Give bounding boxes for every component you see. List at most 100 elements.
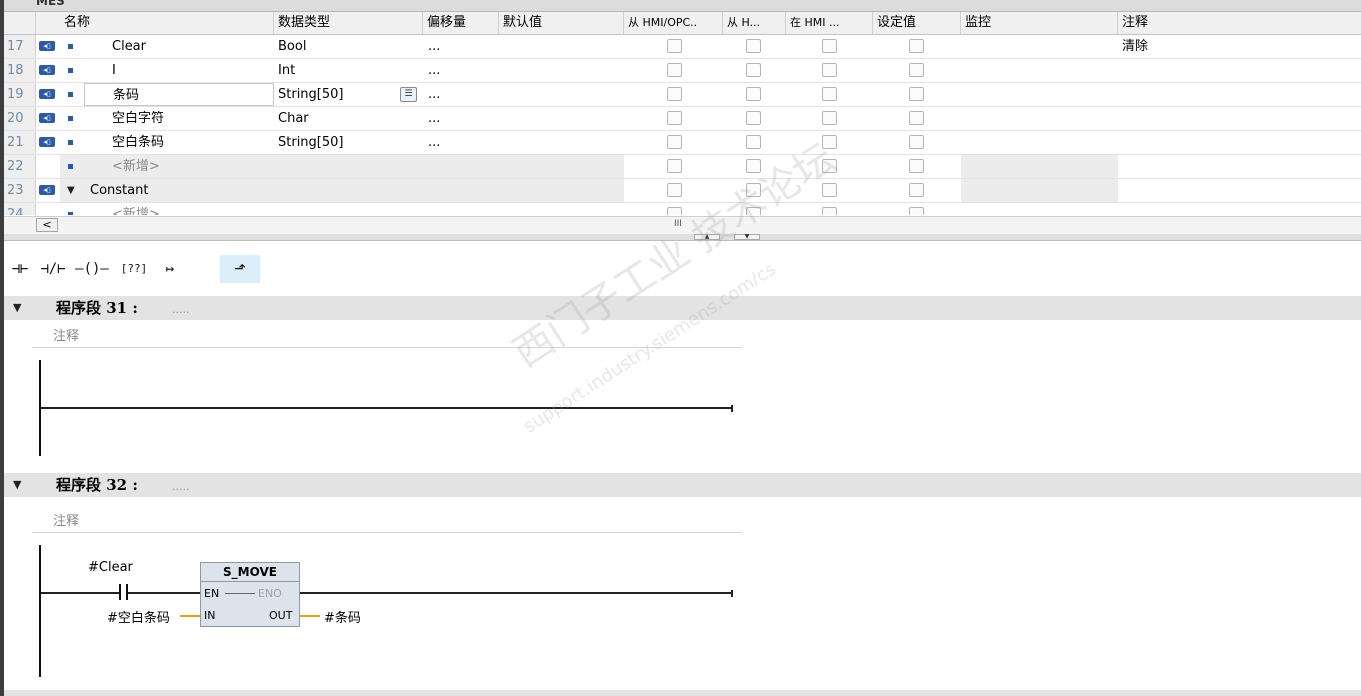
table-row[interactable]: 20 ◂▯ 空白字符 Char ... bbox=[4, 107, 1361, 131]
header-hmi-opc[interactable]: 从 HMI/OPC.. bbox=[624, 12, 723, 34]
no-contact-icon[interactable]: ⊣⊢ bbox=[6, 255, 34, 283]
header-in-hmi[interactable]: 在 HMI ... bbox=[786, 12, 873, 34]
horizontal-scrollbar[interactable]: < III bbox=[4, 216, 1361, 235]
header-hmi-h[interactable]: 从 H... bbox=[723, 12, 786, 34]
hmi-visible-checkbox[interactable] bbox=[822, 111, 837, 125]
var-name[interactable]: 空白条码 bbox=[112, 131, 272, 154]
setpoint-checkbox[interactable] bbox=[909, 135, 924, 149]
network-32-comment[interactable]: 注释 bbox=[32, 506, 742, 533]
contact-left-bar[interactable] bbox=[119, 584, 121, 600]
hmi-visible-checkbox[interactable] bbox=[822, 39, 837, 53]
table-row-add[interactable]: 24 <新增> bbox=[4, 203, 1361, 215]
hmi-visible-checkbox[interactable] bbox=[822, 63, 837, 77]
var-name-editing[interactable]: 条码 bbox=[84, 83, 274, 106]
network-32-header[interactable]: ▼ 程序段 32 : ..... bbox=[4, 473, 1361, 497]
setpoint-checkbox[interactable] bbox=[909, 207, 924, 215]
coil-icon[interactable]: –()– bbox=[72, 255, 112, 283]
header-monitor[interactable]: 监控 bbox=[961, 12, 1118, 34]
close-branch-icon[interactable]: ⬏ bbox=[220, 255, 260, 283]
hmi-writable-checkbox[interactable] bbox=[746, 63, 761, 77]
table-row-selected[interactable]: 19 ◂▯ 条码 String[50] ☰ ... bbox=[4, 83, 1361, 107]
splitter-down-icon[interactable]: ▼ bbox=[734, 234, 760, 240]
add-new-placeholder[interactable]: <新增> bbox=[112, 203, 272, 215]
table-row-section[interactable]: 23 ◂▯ ▼ Constant bbox=[4, 179, 1361, 203]
hmi-opc-checkbox[interactable] bbox=[667, 207, 682, 215]
in-operand[interactable]: #空白条码 bbox=[107, 607, 170, 626]
network-comment-text[interactable]: 注释 bbox=[53, 510, 79, 529]
setpoint-checkbox[interactable] bbox=[909, 159, 924, 173]
table-row[interactable]: 21 ◂▯ 空白条码 String[50] ... bbox=[4, 131, 1361, 155]
hmi-opc-checkbox[interactable] bbox=[667, 63, 682, 77]
network-31-header[interactable]: ▼ 程序段 31 : ..... bbox=[4, 296, 1361, 320]
var-comment[interactable] bbox=[1122, 83, 1352, 106]
var-name[interactable]: I bbox=[112, 59, 272, 82]
splitter-up-icon[interactable]: ▲ bbox=[694, 234, 720, 240]
hmi-opc-checkbox[interactable] bbox=[667, 183, 682, 197]
collapse-network-icon[interactable]: ▼ bbox=[13, 473, 21, 497]
network-title[interactable]: 程序段 32 : bbox=[56, 473, 138, 497]
network-title[interactable]: 程序段 31 : bbox=[56, 296, 138, 320]
hmi-writable-checkbox[interactable] bbox=[746, 207, 761, 215]
hmi-writable-checkbox[interactable] bbox=[746, 159, 761, 173]
hmi-writable-checkbox[interactable] bbox=[746, 87, 761, 101]
header-setpoint[interactable]: 设定值 bbox=[873, 12, 961, 34]
var-comment[interactable] bbox=[1122, 107, 1352, 130]
network-title-placeholder[interactable]: ..... bbox=[172, 475, 189, 499]
network-comment-text[interactable]: 注释 bbox=[53, 325, 79, 344]
s-move-block[interactable]: S_MOVE EN ENO IN OUT bbox=[200, 562, 300, 627]
var-datatype[interactable]: Bool bbox=[278, 35, 418, 58]
hmi-visible-checkbox[interactable] bbox=[822, 183, 837, 197]
header-default[interactable]: 默认值 bbox=[499, 12, 624, 34]
hmi-writable-checkbox[interactable] bbox=[746, 39, 761, 53]
hmi-visible-checkbox[interactable] bbox=[822, 207, 837, 215]
network-31-comment[interactable]: 注释 bbox=[32, 321, 742, 348]
var-datatype[interactable]: Char bbox=[278, 107, 418, 130]
table-row-add[interactable]: 22 <新增> bbox=[4, 155, 1361, 179]
datatype-picker-icon[interactable]: ☰ bbox=[400, 87, 417, 102]
hmi-opc-checkbox[interactable] bbox=[667, 111, 682, 125]
add-new-placeholder[interactable]: <新增> bbox=[112, 155, 272, 178]
header-comment[interactable]: 注释 bbox=[1118, 12, 1361, 34]
hmi-opc-checkbox[interactable] bbox=[667, 159, 682, 173]
setpoint-checkbox[interactable] bbox=[909, 63, 924, 77]
out-operand[interactable]: #条码 bbox=[324, 607, 361, 626]
hmi-writable-checkbox[interactable] bbox=[746, 111, 761, 125]
scroll-left-arrow-icon[interactable]: < bbox=[36, 218, 58, 232]
network-31-wire[interactable] bbox=[41, 407, 733, 409]
section-name[interactable]: Constant bbox=[90, 179, 270, 202]
collapse-triangle-icon[interactable]: ▼ bbox=[67, 179, 75, 202]
hmi-opc-checkbox[interactable] bbox=[667, 135, 682, 149]
open-branch-icon[interactable]: ↦ bbox=[154, 255, 186, 283]
hmi-opc-checkbox[interactable] bbox=[667, 39, 682, 53]
var-name[interactable]: 空白字符 bbox=[112, 107, 272, 130]
setpoint-checkbox[interactable] bbox=[909, 183, 924, 197]
hmi-visible-checkbox[interactable] bbox=[822, 159, 837, 173]
hmi-visible-checkbox[interactable] bbox=[822, 135, 837, 149]
var-comment[interactable]: 清除 bbox=[1122, 35, 1352, 58]
setpoint-checkbox[interactable] bbox=[909, 111, 924, 125]
empty-box-icon[interactable]: [??] bbox=[116, 255, 152, 283]
contact-operand[interactable]: #Clear bbox=[88, 560, 133, 575]
hmi-writable-checkbox[interactable] bbox=[746, 135, 761, 149]
var-name[interactable]: Clear bbox=[112, 35, 272, 58]
pane-splitter[interactable]: ▲ ▼ bbox=[4, 234, 1361, 241]
table-row[interactable]: 18 ◂▯ I Int ... bbox=[4, 59, 1361, 83]
setpoint-checkbox[interactable] bbox=[909, 39, 924, 53]
header-datatype[interactable]: 数据类型 bbox=[274, 12, 423, 34]
nc-contact-icon[interactable]: ⊣/⊢ bbox=[36, 255, 70, 283]
hmi-writable-checkbox[interactable] bbox=[746, 183, 761, 197]
var-comment[interactable] bbox=[1122, 59, 1352, 82]
var-comment[interactable] bbox=[1122, 131, 1352, 154]
var-datatype[interactable]: Int bbox=[278, 59, 418, 82]
var-datatype[interactable]: String[50] bbox=[278, 83, 418, 106]
scroll-grip-icon[interactable]: III bbox=[674, 219, 682, 229]
hmi-opc-checkbox[interactable] bbox=[667, 87, 682, 101]
network-title-placeholder[interactable]: ..... bbox=[172, 298, 189, 322]
table-row[interactable]: 17 ◂▯ Clear Bool ... 清除 bbox=[4, 35, 1361, 59]
block-name[interactable]: S_MOVE bbox=[201, 563, 299, 582]
setpoint-checkbox[interactable] bbox=[909, 87, 924, 101]
header-name[interactable]: 名称 bbox=[60, 12, 274, 34]
var-datatype[interactable]: String[50] bbox=[278, 131, 418, 154]
hmi-visible-checkbox[interactable] bbox=[822, 87, 837, 101]
header-offset[interactable]: 偏移量 bbox=[423, 12, 499, 34]
